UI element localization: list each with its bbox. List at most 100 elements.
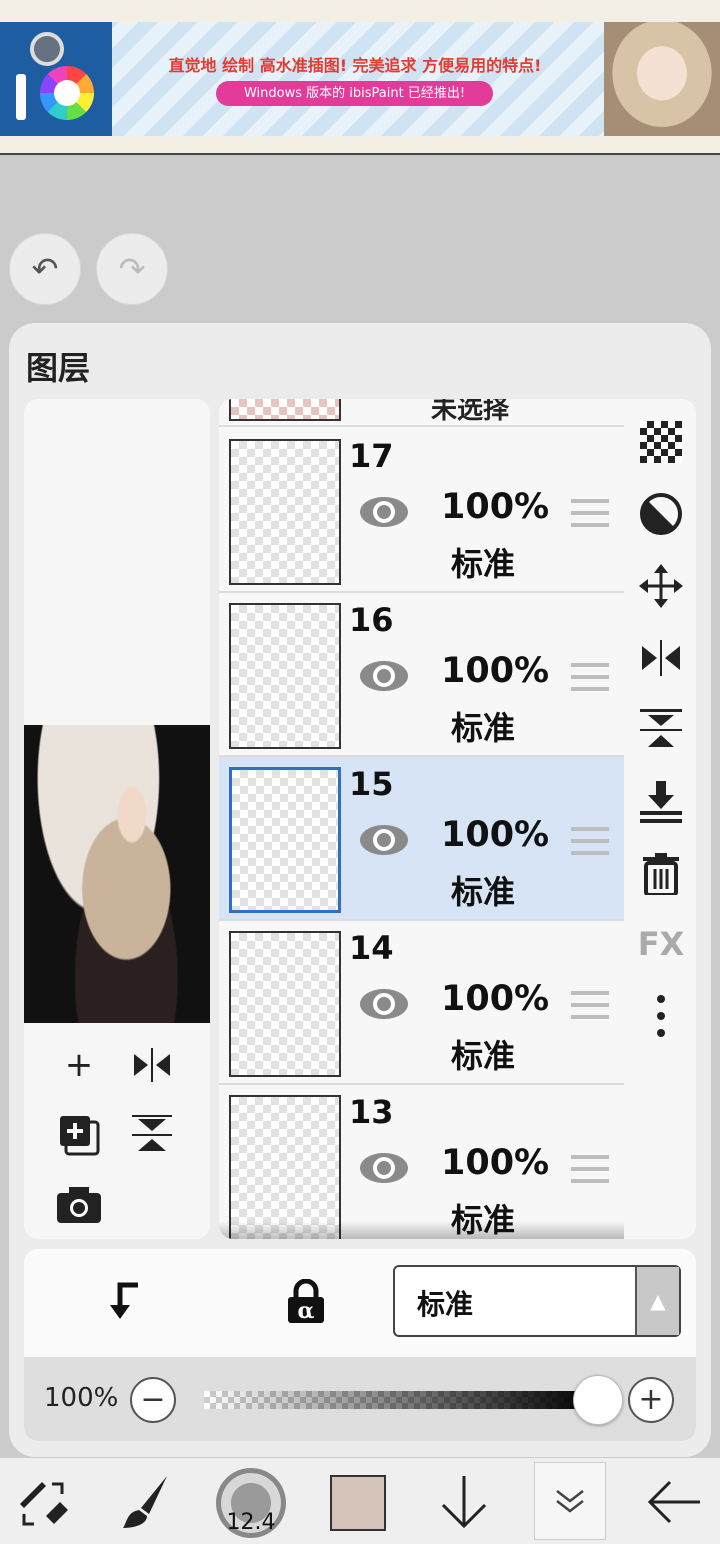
- clipping-icon: [110, 1282, 138, 1319]
- layer-blend-mode: 标准: [451, 1037, 516, 1075]
- layer-opacity: 100%: [441, 979, 550, 1019]
- opacity-label: 100%: [44, 1383, 119, 1413]
- opacity-increase-button[interactable]: +: [628, 1377, 674, 1423]
- layer-number: 16: [349, 601, 394, 639]
- import-photo-button[interactable]: [55, 1181, 103, 1229]
- more-options-button[interactable]: [638, 993, 684, 1039]
- blend-mode-select[interactable]: 标准 ▲: [393, 1265, 681, 1337]
- layer-row-17[interactable]: 17 100% 标准: [219, 429, 624, 593]
- layer-row-16[interactable]: 16 100% 标准: [219, 593, 624, 757]
- layer-settings: α 标准 ▲: [24, 1249, 696, 1357]
- fx-button[interactable]: FX: [637, 921, 685, 967]
- layer-blend-mode: 标准: [451, 873, 516, 911]
- layer-thumbnail: [229, 767, 341, 913]
- drag-handle-icon[interactable]: [571, 991, 609, 1019]
- ad-character-image: [604, 22, 720, 136]
- layer-number: 14: [349, 929, 394, 967]
- chevron-double-down-icon: [556, 1490, 584, 1513]
- logo-letter-i: [16, 74, 26, 120]
- layer-panel: 图层 + 未选择 17 100% 标准 16 100% 标准 15 100% 标…: [9, 323, 711, 1457]
- layer-row-14[interactable]: 14 100% 标准: [219, 921, 624, 1085]
- opacity-slider-knob[interactable]: [573, 1375, 623, 1425]
- ad-close-dot[interactable]: [30, 32, 64, 66]
- layer-row-13[interactable]: 13 100% 标准: [219, 1085, 624, 1239]
- duplicate-icon: [60, 1116, 100, 1156]
- list-scroll-shadow: [219, 1221, 624, 1239]
- brush-button[interactable]: [112, 1468, 180, 1536]
- invert-button[interactable]: [638, 491, 684, 537]
- flip-canvas-vertical-button[interactable]: [128, 1111, 176, 1159]
- move-icon: [639, 564, 683, 608]
- layer-side-toolbar: FX: [624, 399, 696, 1239]
- brush-eraser-swap-icon: [20, 1482, 68, 1526]
- tool-selection-button[interactable]: [10, 1468, 78, 1536]
- merge-down-icon: [640, 781, 682, 823]
- visibility-eye-icon[interactable]: [359, 1151, 409, 1185]
- transparency-icon: [640, 421, 682, 463]
- opacity-decrease-button[interactable]: −: [130, 1377, 176, 1423]
- layer-opacity: 100%: [441, 815, 550, 855]
- arrow-left-icon: [647, 1480, 700, 1524]
- ibispaint-logo: [0, 22, 112, 136]
- flip-horizontal-icon: [642, 640, 680, 676]
- duplicate-layer-button[interactable]: [55, 1111, 103, 1159]
- drag-handle-icon[interactable]: [571, 827, 609, 855]
- layer-partial-label: 未选择: [431, 399, 510, 425]
- canvas-preview-image[interactable]: [24, 725, 210, 1023]
- flip-canvas-horizontal-button[interactable]: [128, 1041, 176, 1089]
- layer-down-button[interactable]: [430, 1468, 498, 1536]
- flip-layer-vertical-button[interactable]: [638, 707, 684, 753]
- brush-size-value: 12.4: [226, 1510, 276, 1535]
- layer-thumbnail: [229, 603, 341, 749]
- triangle-up-icon: ▲: [635, 1267, 679, 1335]
- camera-icon: [57, 1187, 101, 1223]
- panel-title: 图层: [26, 349, 91, 387]
- layer-number: 15: [349, 765, 394, 803]
- drag-handle-icon[interactable]: [571, 499, 609, 527]
- color-swatch-button[interactable]: [330, 1475, 386, 1531]
- visibility-eye-icon[interactable]: [359, 659, 409, 693]
- layer-partial[interactable]: 未选择: [219, 399, 624, 427]
- visibility-eye-icon[interactable]: [359, 823, 409, 857]
- svg-text:α: α: [298, 1298, 315, 1323]
- brush-size-button[interactable]: 12.4: [216, 1468, 286, 1538]
- layer-row-15[interactable]: 15 100% 标准: [219, 757, 624, 921]
- alpha-lock-button[interactable]: α: [282, 1277, 330, 1325]
- opacity-row: 100% − +: [24, 1357, 696, 1441]
- layer-thumbnail: [229, 931, 341, 1077]
- flip-vertical-icon: [640, 709, 682, 747]
- invert-icon: [640, 493, 682, 535]
- arrow-down-icon: [441, 1476, 487, 1529]
- layer-opacity: 100%: [441, 1143, 550, 1183]
- clipping-button[interactable]: [100, 1277, 148, 1325]
- layer-list[interactable]: 未选择 17 100% 标准 16 100% 标准 15 100% 标准 14 …: [219, 399, 624, 1239]
- fx-icon: FX: [637, 925, 685, 963]
- ad-banner[interactable]: 直觉地 绘制 高水准插图! 完美追求 方便易用的特点! Windows 版本的 …: [0, 0, 720, 155]
- drag-handle-icon[interactable]: [571, 663, 609, 691]
- minus-icon: −: [140, 1382, 166, 1417]
- merge-down-button[interactable]: [638, 779, 684, 825]
- layer-number: 17: [349, 437, 394, 475]
- undo-button[interactable]: ↶: [9, 233, 81, 305]
- transparency-button[interactable]: [638, 419, 684, 465]
- back-button[interactable]: [640, 1468, 708, 1536]
- layer-thumbnail: [229, 1095, 341, 1239]
- layer-blend-mode: 标准: [451, 709, 516, 747]
- move-button[interactable]: [638, 563, 684, 609]
- color-wheel-icon: [40, 66, 94, 120]
- plus-icon: +: [638, 1382, 664, 1417]
- layer-blend-mode: 标准: [451, 545, 516, 583]
- drag-handle-icon[interactable]: [571, 1155, 609, 1183]
- panel-collapse-button[interactable]: [534, 1462, 606, 1540]
- opacity-slider[interactable]: [204, 1391, 594, 1409]
- redo-button[interactable]: ↷: [96, 233, 168, 305]
- visibility-eye-icon[interactable]: [359, 495, 409, 529]
- visibility-eye-icon[interactable]: [359, 987, 409, 1021]
- layer-thumbnail: [229, 439, 341, 585]
- alpha-lock-icon: α: [288, 1279, 324, 1323]
- delete-layer-button[interactable]: [638, 851, 684, 897]
- trash-icon: [643, 853, 679, 895]
- layer-opacity: 100%: [441, 651, 550, 691]
- flip-layer-horizontal-button[interactable]: [638, 635, 684, 681]
- add-layer-button[interactable]: +: [55, 1041, 103, 1089]
